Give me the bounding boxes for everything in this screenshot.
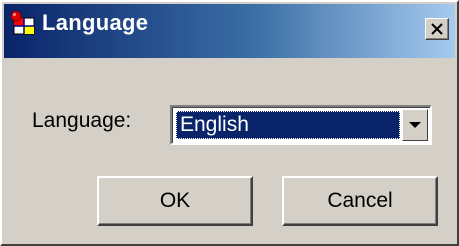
- window-title: Language: [42, 10, 149, 35]
- title-bar[interactable]: Language: [4, 4, 455, 58]
- language-dialog: Language Language: English OK Cancel: [0, 0, 459, 246]
- app-flag-icon: [10, 10, 36, 36]
- cancel-button[interactable]: Cancel: [282, 176, 438, 226]
- language-label: Language:: [32, 109, 132, 132]
- ok-button[interactable]: OK: [97, 176, 253, 226]
- chevron-down-icon: [408, 116, 422, 134]
- close-button[interactable]: [425, 18, 449, 40]
- close-x-icon: [431, 23, 443, 35]
- language-selected-value[interactable]: English: [176, 111, 400, 139]
- language-select[interactable]: English: [170, 105, 432, 145]
- dropdown-button[interactable]: [402, 109, 428, 141]
